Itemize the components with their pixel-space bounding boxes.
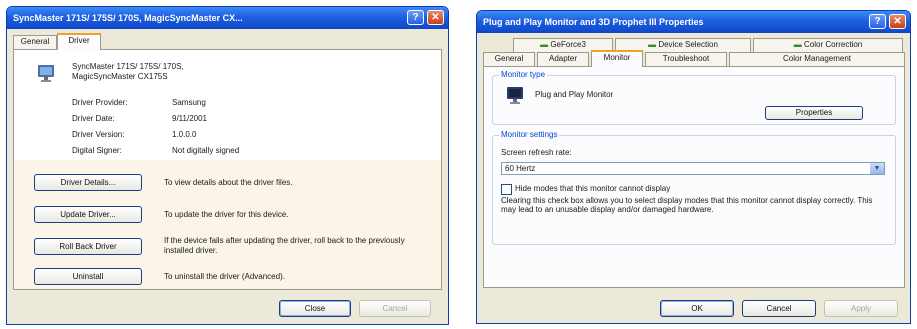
uninstall-desc: To uninstall the driver (Advanced).: [164, 272, 285, 281]
monitor-type-group: Monitor type Plug and Play Monitor Prope…: [492, 70, 896, 125]
close-window-button[interactable]: ✕: [427, 10, 444, 25]
question-icon: ?: [412, 12, 419, 23]
monitor-icon: [38, 65, 54, 82]
nvidia-icon: ▬: [540, 40, 551, 49]
hide-modes-description: Clearing this check box allows you to se…: [501, 196, 873, 214]
driver-date-label: Driver Date:: [72, 114, 115, 123]
cancel-button[interactable]: Cancel: [742, 300, 816, 317]
driver-details-button[interactable]: Driver Details...: [34, 174, 142, 191]
properties-button[interactable]: Properties: [765, 106, 863, 120]
monitor-window-title: Plug and Play Monitor and 3D Prophet III…: [483, 17, 704, 27]
help-button[interactable]: ?: [407, 10, 424, 25]
driver-tabs: General Driver: [13, 33, 433, 50]
driver-details-desc: To view details about the driver files.: [164, 178, 293, 187]
close-icon: ✕: [893, 16, 902, 27]
monitor-type-label: Monitor type: [499, 70, 548, 79]
monitor-name: Plug and Play Monitor: [535, 90, 614, 99]
help-button[interactable]: ?: [869, 14, 886, 29]
dropdown-button[interactable]: ▼: [870, 163, 884, 174]
nvidia-icon: ▬: [793, 40, 804, 49]
update-driver-desc: To update the driver for this device.: [164, 210, 289, 219]
refresh-rate-label: Screen refresh rate:: [501, 148, 572, 157]
close-button[interactable]: Close: [279, 300, 351, 317]
close-window-button[interactable]: ✕: [889, 14, 906, 29]
digital-signer-label: Digital Signer:: [72, 146, 122, 155]
ok-button[interactable]: OK: [660, 300, 734, 317]
driver-tab-panel: SyncMaster 171S/ 175S/ 170S, MagicSyncMa…: [13, 49, 442, 290]
driver-version-label: Driver Version:: [72, 130, 125, 139]
monitor-window-titlebar[interactable]: Plug and Play Monitor and 3D Prophet III…: [477, 11, 910, 33]
driver-provider-label: Driver Provider:: [72, 98, 128, 107]
monitor-tab-panel: Monitor type Plug and Play Monitor Prope…: [483, 66, 905, 288]
cancel-button[interactable]: Cancel: [359, 300, 431, 317]
driver-provider-value: Samsung: [172, 98, 206, 107]
monitor-icon: [507, 87, 523, 104]
hide-modes-label[interactable]: Hide modes that this monitor cannot disp…: [515, 184, 670, 193]
question-icon: ?: [874, 16, 881, 27]
tab-troubleshoot[interactable]: Troubleshoot: [645, 52, 727, 66]
driver-window-title: SyncMaster 171S/ 175S/ 170S, MagicSyncMa…: [13, 13, 243, 23]
driver-window-titlebar[interactable]: SyncMaster 171S/ 175S/ 170S, MagicSyncMa…: [7, 7, 448, 29]
tab-general[interactable]: General: [483, 52, 535, 66]
monitor-settings-group: Monitor settings Screen refresh rate: 60…: [492, 130, 896, 245]
update-driver-button[interactable]: Update Driver...: [34, 206, 142, 223]
tab-color-correction-label: Color Correction: [803, 40, 863, 49]
refresh-rate-select[interactable]: 60 Hertz ▼: [501, 162, 885, 175]
tab-monitor[interactable]: Monitor: [591, 50, 643, 67]
tab-general[interactable]: General: [13, 35, 57, 49]
roll-back-driver-button[interactable]: Roll Back Driver: [34, 238, 142, 255]
chevron-down-icon: ▼: [873, 165, 881, 172]
driver-date-value: 9/11/2001: [172, 114, 207, 123]
device-name: SyncMaster 171S/ 175S/ 170S, MagicSyncMa…: [72, 62, 184, 81]
driver-properties-window: SyncMaster 171S/ 175S/ 170S, MagicSyncMa…: [6, 6, 449, 325]
monitor-settings-label: Monitor settings: [499, 130, 560, 139]
close-icon: ✕: [431, 12, 440, 23]
digital-signer-value: Not digitally signed: [172, 146, 240, 155]
uninstall-button[interactable]: Uninstall: [34, 268, 142, 285]
monitor-tabs-bottom-row: General Adapter Monitor Troubleshoot Col…: [483, 50, 905, 67]
tab-geforce3-label: GeForce3: [550, 40, 586, 49]
tab-driver[interactable]: Driver: [57, 33, 101, 50]
tab-color-management[interactable]: Color Management: [729, 52, 905, 66]
tab-adapter[interactable]: Adapter: [537, 52, 589, 66]
driver-version-value: 1.0.0.0: [172, 130, 197, 139]
roll-back-driver-desc: If the device fails after updating the d…: [164, 236, 405, 255]
tab-device-selection-label: Device Selection: [658, 40, 718, 49]
refresh-rate-value: 60 Hertz: [505, 164, 536, 173]
hide-modes-checkbox[interactable]: [501, 184, 512, 195]
monitor-properties-window: Plug and Play Monitor and 3D Prophet III…: [476, 10, 911, 324]
apply-button[interactable]: Apply: [824, 300, 898, 317]
nvidia-icon: ▬: [648, 40, 659, 49]
